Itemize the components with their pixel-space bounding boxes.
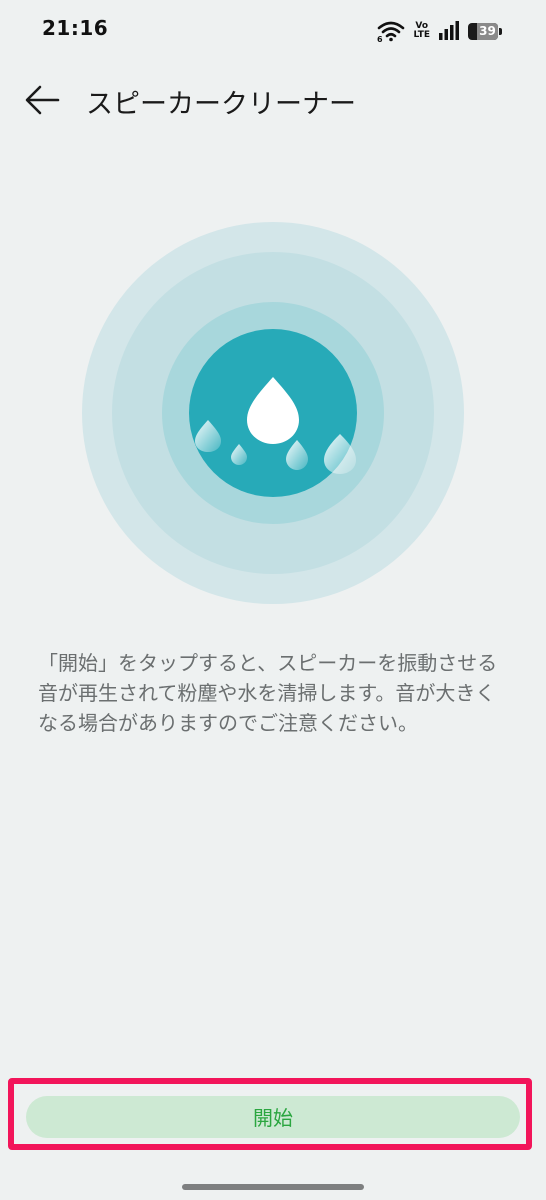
- arrow-left-icon: [25, 85, 60, 115]
- home-indicator[interactable]: [182, 1184, 364, 1190]
- wifi-icon: 6: [377, 20, 405, 42]
- page-title: スピーカークリーナー: [86, 89, 356, 120]
- svg-text:6: 6: [377, 35, 383, 42]
- volte-icon: Vo LTE: [413, 22, 430, 40]
- start-button[interactable]: 開始: [26, 1096, 520, 1138]
- battery-icon: 39: [468, 22, 502, 40]
- battery-level: 39: [477, 22, 498, 40]
- volte-bottom-label: LTE: [413, 30, 430, 40]
- status-time: 21:16: [42, 16, 109, 40]
- description-text: 「開始」をタップすると、スピーカーを振動させる音が再生されて粉塵や水を清掃します…: [38, 651, 498, 735]
- back-button[interactable]: [22, 80, 62, 120]
- app-header: スピーカークリーナー: [0, 70, 546, 130]
- status-bar: 21:16 6 Vo LTE 39: [0, 0, 546, 60]
- cell-signal-icon: [438, 21, 460, 41]
- speaker-cleaner-illustration: [82, 222, 464, 604]
- status-icons: 6 Vo LTE 39: [377, 18, 502, 44]
